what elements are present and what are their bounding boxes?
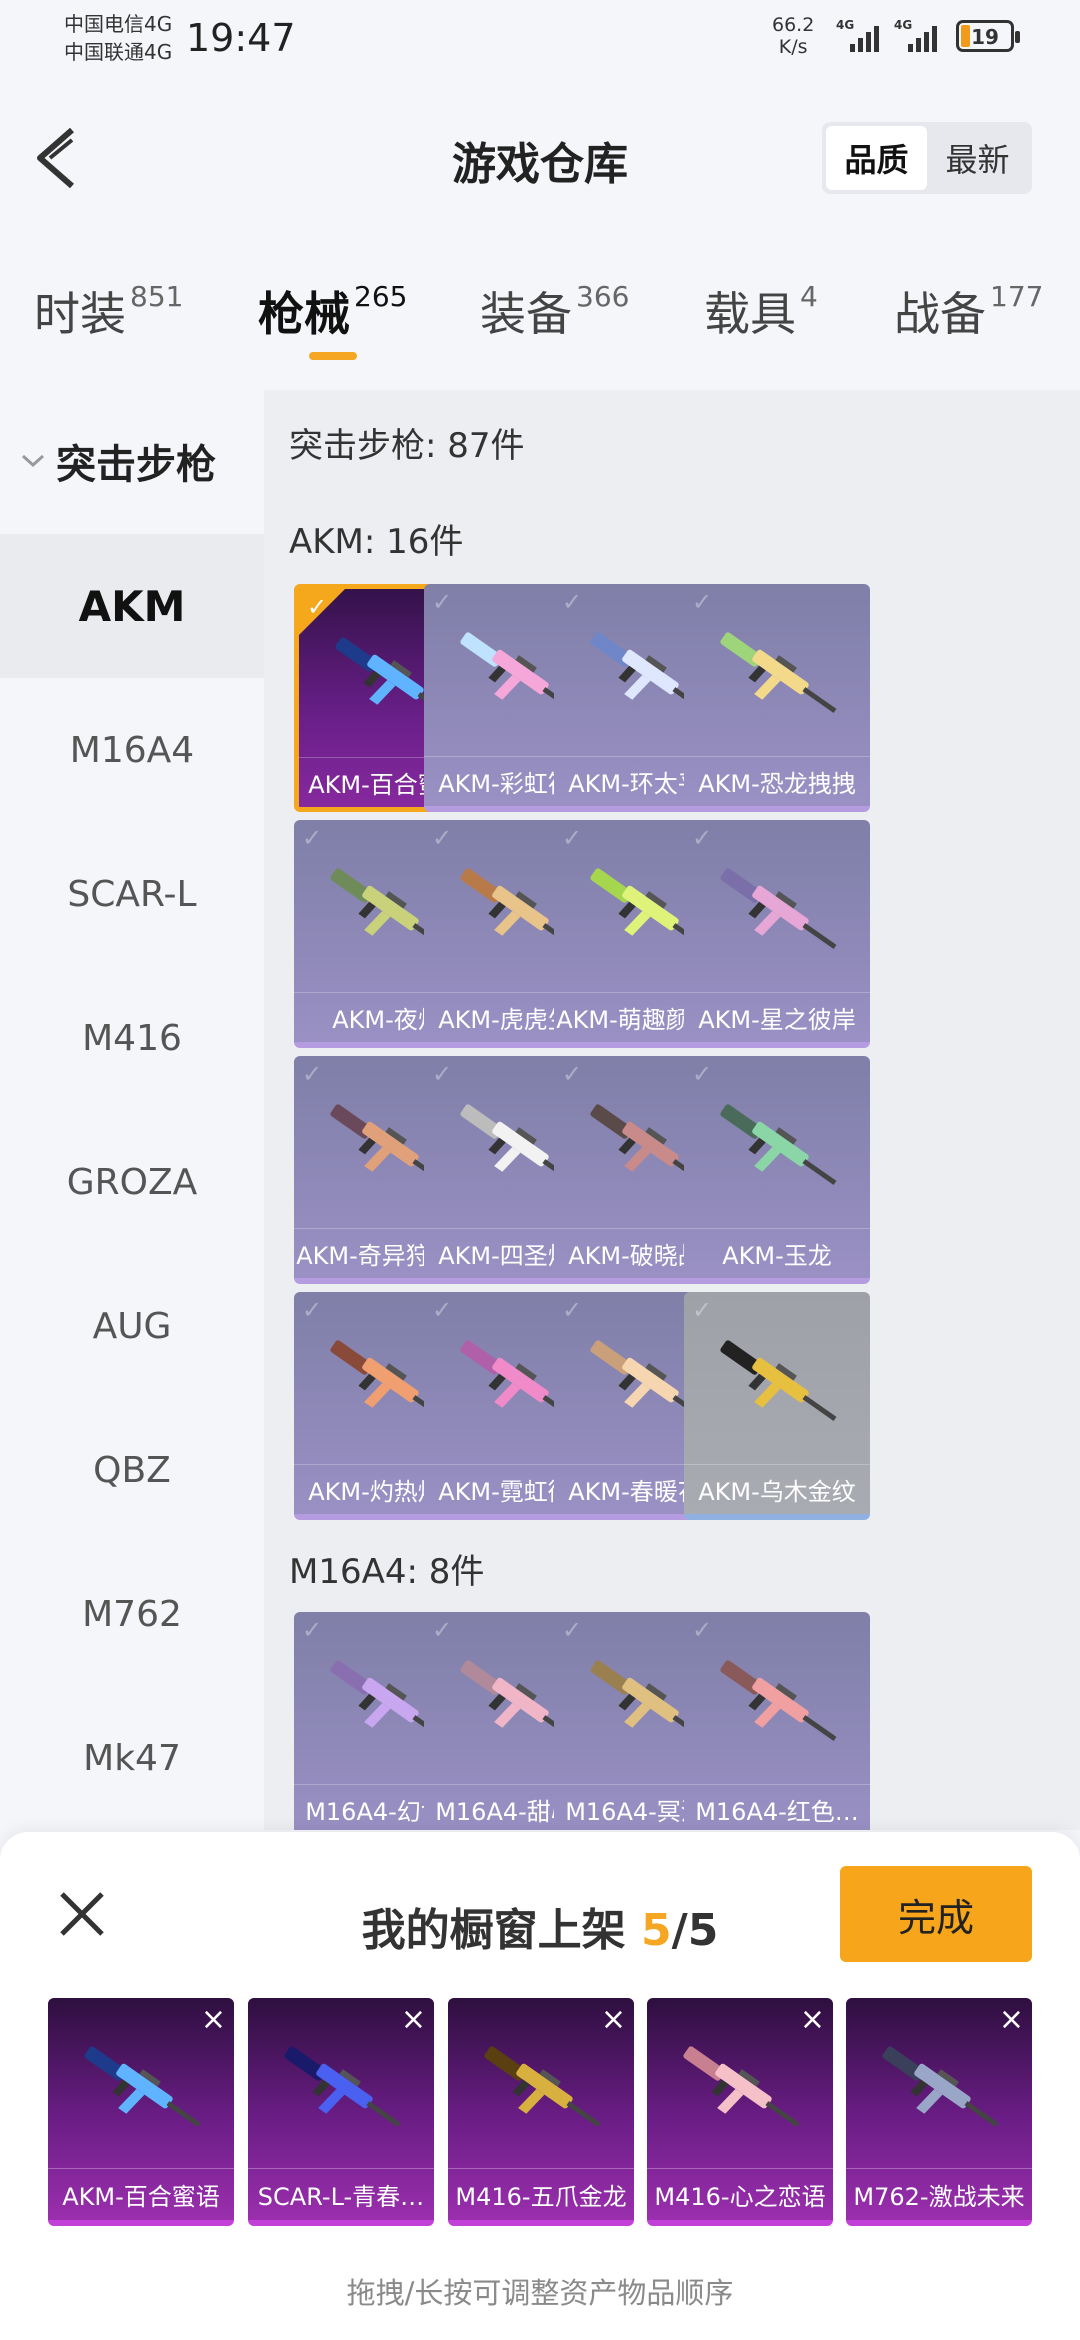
clock: 19:47 bbox=[186, 16, 296, 60]
reorder-hint: 拖拽/长按可调整资产物品顺序 bbox=[346, 2276, 734, 2310]
sort-latest-button[interactable]: 最新 bbox=[927, 126, 1028, 190]
showcase-item-5[interactable]: × M762-激战未来 bbox=[846, 1998, 1032, 2226]
tab-count: 366 bbox=[576, 280, 630, 313]
rifle-icon bbox=[683, 2046, 800, 2127]
sidebar-item-mk47[interactable]: Mk47 bbox=[0, 1686, 264, 1830]
chevron-down-icon bbox=[21, 454, 45, 468]
showcase-item-name: SCAR-L-青春… bbox=[248, 2168, 434, 2220]
done-button[interactable]: 完成 bbox=[840, 1866, 1032, 1962]
battery-icon: 19 bbox=[956, 20, 1020, 52]
weapon-sidebar: 突击步枪 AKM M16A4 SCAR-L M416 GROZA AUG QBZ… bbox=[0, 390, 264, 1840]
tab-count: 4 bbox=[800, 280, 818, 313]
showcase-sheet: 我的橱窗上架 5/5 完成 × AKM-百合蜜语 × SCAR-L-青春… × M416-… bbox=[0, 1832, 1080, 2340]
sidebar-item-m16a4[interactable]: M16A4 bbox=[0, 678, 264, 822]
rifle-icon bbox=[720, 632, 837, 713]
showcase-item-name: M416-心之恋语 bbox=[647, 2168, 833, 2220]
showcase-count-current: 5 bbox=[641, 1905, 672, 1956]
sidebar-item-aug[interactable]: AUG bbox=[0, 1254, 264, 1398]
showcase-count-total: /5 bbox=[671, 1905, 719, 1956]
rifle-icon bbox=[720, 1340, 837, 1421]
tab-fashion[interactable]: 时装 851 bbox=[34, 278, 183, 344]
sidebar-item-m416[interactable]: M416 bbox=[0, 966, 264, 1110]
skin-name: AKM-星之彼岸 bbox=[684, 992, 870, 1042]
tab-count: 177 bbox=[990, 280, 1044, 313]
skin-name: AKM-乌木金纹 bbox=[684, 1464, 870, 1514]
rifle-icon bbox=[84, 2046, 201, 2127]
showcase-item-name: M416-五爪金龙 bbox=[448, 2168, 634, 2220]
active-tab-indicator bbox=[309, 352, 357, 360]
signal-icon: 4G bbox=[836, 18, 888, 54]
akm-section-title: AKM: 16件 bbox=[289, 522, 464, 562]
sidebar-item-m762[interactable]: M762 bbox=[0, 1542, 264, 1686]
sort-toggle: 品质 最新 bbox=[822, 122, 1032, 194]
tab-count: 851 bbox=[130, 280, 184, 313]
rifle-icon bbox=[720, 868, 837, 949]
skin-card-akm-8[interactable]: ✓ AKM-星之彼岸 bbox=[684, 820, 870, 1048]
showcase-item-name: M762-激战未来 bbox=[846, 2168, 1032, 2220]
tab-label: 时装 bbox=[34, 287, 126, 341]
skin-name: AKM-玉龙 bbox=[684, 1228, 870, 1278]
tab-label: 枪械 bbox=[258, 287, 350, 341]
sidebar-item-akm[interactable]: AKM bbox=[0, 534, 264, 678]
tab-count: 265 bbox=[354, 280, 408, 313]
rifle-icon bbox=[720, 1104, 837, 1185]
showcase-item-4[interactable]: × M416-心之恋语 bbox=[647, 1998, 833, 2226]
showcase-item-2[interactable]: × SCAR-L-青春… bbox=[248, 1998, 434, 2226]
rifle-icon bbox=[720, 1660, 837, 1741]
carrier-1: 中国电信4G bbox=[64, 12, 173, 36]
showcase-title-label: 我的橱窗上架 bbox=[361, 1905, 641, 1956]
sidebar-item-scar-l[interactable]: SCAR-L bbox=[0, 822, 264, 966]
skin-name: AKM-恐龙拽拽 bbox=[684, 756, 870, 806]
signal-icon-2: 4G bbox=[894, 18, 946, 54]
rifle-icon bbox=[484, 2046, 601, 2127]
speed-unit: K/s bbox=[778, 36, 808, 58]
tab-guns[interactable]: 枪械 265 bbox=[258, 278, 407, 344]
tab-label: 装备 bbox=[480, 287, 572, 341]
showcase-item-3[interactable]: × M416-五爪金龙 bbox=[448, 1998, 634, 2226]
sort-quality-button[interactable]: 品质 bbox=[826, 126, 927, 190]
category-total: 突击步枪: 87件 bbox=[289, 426, 525, 466]
showcase-item-1[interactable]: × AKM-百合蜜语 bbox=[48, 1998, 234, 2226]
tab-equipment[interactable]: 装备 366 bbox=[480, 278, 629, 344]
status-bar: 中国电信4G 中国联通4G 19:47 66.2 K/s 4G 4G 19 bbox=[0, 0, 1080, 80]
showcase-item-name: AKM-百合蜜语 bbox=[48, 2168, 234, 2220]
tab-label: 战备 bbox=[894, 287, 986, 341]
carrier-2: 中国联通4G bbox=[64, 40, 173, 64]
skin-card-akm-16[interactable]: ✓ AKM-乌木金纹 bbox=[684, 1292, 870, 1520]
battery-level: 19 bbox=[971, 25, 999, 49]
category-tabs: 时装 851 枪械 265 装备 366 载具 4 战备 177 bbox=[0, 278, 1080, 368]
speed-value: 66.2 bbox=[772, 14, 815, 36]
sidebar-item-groza[interactable]: GROZA bbox=[0, 1110, 264, 1254]
tab-vehicles[interactable]: 载具 4 bbox=[704, 278, 818, 344]
network-speed: 66.2 K/s bbox=[772, 14, 814, 58]
skin-card-m16a4-4[interactable]: ✓ M16A4-红色… bbox=[684, 1612, 870, 1830]
inventory-grid: 突击步枪: 87件 AKM: 16件 ✓5级AKM-百合蜜语✓AKM-彩虹符号✓… bbox=[264, 390, 1080, 1830]
sidebar-group-label: 突击步枪 bbox=[56, 442, 216, 488]
rifle-icon bbox=[284, 2046, 401, 2127]
sidebar-item-qbz[interactable]: QBZ bbox=[0, 1398, 264, 1542]
sidebar-group-header[interactable]: 突击步枪 bbox=[20, 432, 216, 490]
m16a4-section-title: M16A4: 8件 bbox=[289, 1552, 485, 1592]
carrier-info: 中国电信4G 中国联通4G bbox=[64, 10, 172, 66]
tab-supplies[interactable]: 战备 177 bbox=[894, 278, 1043, 344]
tab-label: 载具 bbox=[704, 287, 796, 341]
skin-card-akm-4[interactable]: ✓ AKM-恐龙拽拽 bbox=[684, 584, 870, 812]
rifle-icon bbox=[882, 2046, 999, 2127]
skin-name: M16A4-红色… bbox=[684, 1784, 870, 1830]
skin-card-akm-12[interactable]: ✓ AKM-玉龙 bbox=[684, 1056, 870, 1284]
